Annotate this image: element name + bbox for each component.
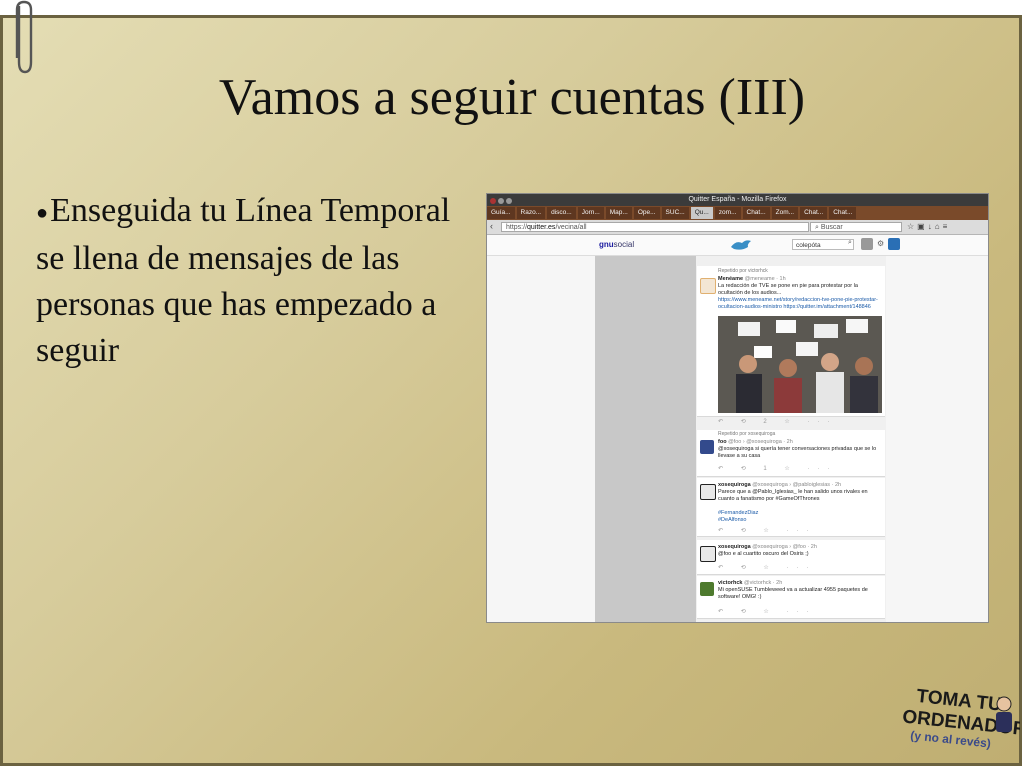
tab-chat-3[interactable]: Chat... [829,207,857,219]
tab-map[interactable]: Map... [605,207,632,219]
tab-bar: Guía... Razo... disco... Jorn... Map... … [487,206,988,220]
menu-icon[interactable]: ≡ [943,222,951,231]
avatar[interactable] [700,546,716,562]
post-handle[interactable]: victorhck [718,580,742,586]
protest-photo [718,316,882,413]
timeline-post[interactable]: xosequiroga @xosequiroga › @pabloiglesia… [697,478,885,537]
bullet-text: Enseguida tu Línea Temporal se llena de … [36,192,451,370]
url-prefix: https:// [506,224,528,231]
bullet-item: ●Enseguida tu Línea Temporal se llena de… [36,188,456,374]
site-search-icon[interactable]: ⌕ [848,239,852,247]
post-text: victorhck @victorhck · 2h Mi openSUSE Tu… [718,580,880,601]
post-handle[interactable]: xosequiroga [718,482,751,488]
slide: Vamos a seguir cuentas (III) ●Enseguida … [0,0,1024,768]
left-column [487,256,595,622]
quitter-bird-icon[interactable] [730,238,752,252]
navigation-bar: ‹ https://quitter.es/vecina/all ⌕ Buscar… [487,220,988,235]
post-hashtag[interactable]: #DeAlfonso [718,517,746,523]
avatar[interactable] [700,440,714,454]
tab-jorn[interactable]: Jorn... [577,207,604,219]
post-handle[interactable]: foo [718,439,727,445]
site-header: gnusocial colepóta ⌕ ⚙ [487,235,988,256]
post-meta: @xosequiroga › @foo · 2h [752,544,817,550]
post-actions[interactable]: ↶ ⟲ ☆ ··· [718,609,816,616]
max-dot-icon[interactable] [506,198,512,204]
timeline-post[interactable]: victorhck @victorhck · 2h Mi openSUSE Tu… [697,576,885,619]
post-meta: @meneame · 1h [744,276,786,282]
post-text: Menéame @meneame · 1h La redacción de TV… [718,276,880,311]
post-actions[interactable]: ↶ ⟲ ☆ ··· [718,565,816,572]
post-actions[interactable]: ↶ ⟲ 1 ☆ ··· [718,466,837,473]
slide-title: Vamos a seguir cuentas (III) [218,69,806,126]
post-handle[interactable]: xosequiroga [718,544,751,550]
window-titlebar: Quitter España - Mozilla Firefox [487,194,988,206]
back-icon[interactable]: ‹ [490,221,493,231]
compose-button[interactable] [888,238,900,250]
bullet-dot-icon: ● [36,202,49,225]
profile-avatar[interactable] [861,238,873,250]
url-input[interactable]: https://quitter.es/vecina/all [501,222,809,232]
tab-zom[interactable]: zom... [714,207,741,219]
avatar[interactable] [700,582,714,596]
post-meta: @victorhck · 2h [744,580,783,586]
post-body: La redacción de TVE se pone en pie para … [718,283,858,296]
tab-ope[interactable]: Ope... [633,207,660,219]
gnusocial-logo[interactable]: gnusocial [599,240,634,249]
post-hashtag[interactable]: #FernandezDiaz [718,510,758,516]
url-path: /vecina/all [555,224,587,231]
repeated-by: Repetido por xosequiroga [718,431,776,437]
avatar[interactable] [700,278,716,294]
tab-disco[interactable]: disco... [547,207,576,219]
tab-zom-2[interactable]: Zom... [771,207,799,219]
site-search-input[interactable]: colepóta [792,239,854,250]
tab-guia[interactable]: Guía... [487,207,515,219]
post-handle[interactable]: Menéame [718,276,743,282]
timeline-post[interactable]: Repetido por xosequiroga foo @foo › @xos… [697,430,885,477]
post-text: foo @foo › @xosequiroga · 2h @xosequirog… [718,439,880,460]
post-text: xosequiroga @xosequiroga › @pabloiglesia… [718,482,880,524]
post-body: Parece que a @Pablo_Iglesias_ le han sal… [718,489,868,502]
home-icon[interactable]: ⌂ [935,222,943,231]
profile-column [595,256,696,622]
toolbar-icons: ☆▣↓⌂≡ [907,222,950,232]
timeline-post[interactable]: xosequiroga @xosequiroga › @foo · 2h @fo… [697,540,885,575]
post-meta: @xosequiroga › @pabloiglesias · 2h [752,482,842,488]
right-column [886,256,988,622]
window-title: Quitter España - Mozilla Firefox [688,196,787,203]
post-meta: @foo › @xosequiroga · 2h [728,439,793,445]
post-actions[interactable]: ↶ ⟲ ☆ ··· [718,528,816,535]
timeline-post[interactable]: Repetido por victorhck Menéame @meneame … [697,266,885,425]
close-dot-icon[interactable] [490,198,496,204]
post-body: @foo e al cuartito oscuro del Osiris ;) [718,551,809,557]
post-link[interactable]: https://www.meneame.net/story/redaccion-… [718,297,878,310]
tab-suc[interactable]: SUC... [661,207,689,219]
repeated-by: Repetido por victorhck [718,268,768,274]
toma-tu-ordenador-logo: TOMA TU ORDENADOR (y no al revés) [901,686,1020,751]
settings-icon[interactable]: ⚙ [877,239,884,248]
timeline-feed: Repetido por victorhck Menéame @meneame … [696,256,886,622]
post-body: @xosequiroga si quería tener conversacio… [718,446,877,459]
tab-quitter-active[interactable]: Qu... [690,207,713,219]
clipboard-icon[interactable]: ▣ [917,222,928,231]
post-actions[interactable]: ↶ ⟲ 2 ☆ ··· [718,419,837,426]
paperclip-icon [15,0,33,74]
tab-chat-1[interactable]: Chat... [742,207,770,219]
post-body: Mi openSUSE Tumbleweed va a actualizar 4… [718,587,868,600]
attached-photo[interactable] [718,316,882,413]
browser-screenshot: Quitter España - Mozilla Firefox Guía...… [487,194,988,622]
download-icon[interactable]: ↓ [928,222,935,231]
tab-chat-2[interactable]: Chat... [800,207,828,219]
avatar[interactable] [700,484,716,500]
tab-razo[interactable]: Razo... [516,207,546,219]
bookmark-icon[interactable]: ☆ [907,222,917,231]
url-domain: quitter.es [527,224,556,231]
browser-search-input[interactable]: ⌕ Buscar [810,222,902,232]
post-text: xosequiroga @xosequiroga › @foo · 2h @fo… [718,544,880,558]
search-placeholder: Buscar [820,224,843,231]
min-dot-icon[interactable] [498,198,504,204]
mascot-icon [996,696,1012,732]
